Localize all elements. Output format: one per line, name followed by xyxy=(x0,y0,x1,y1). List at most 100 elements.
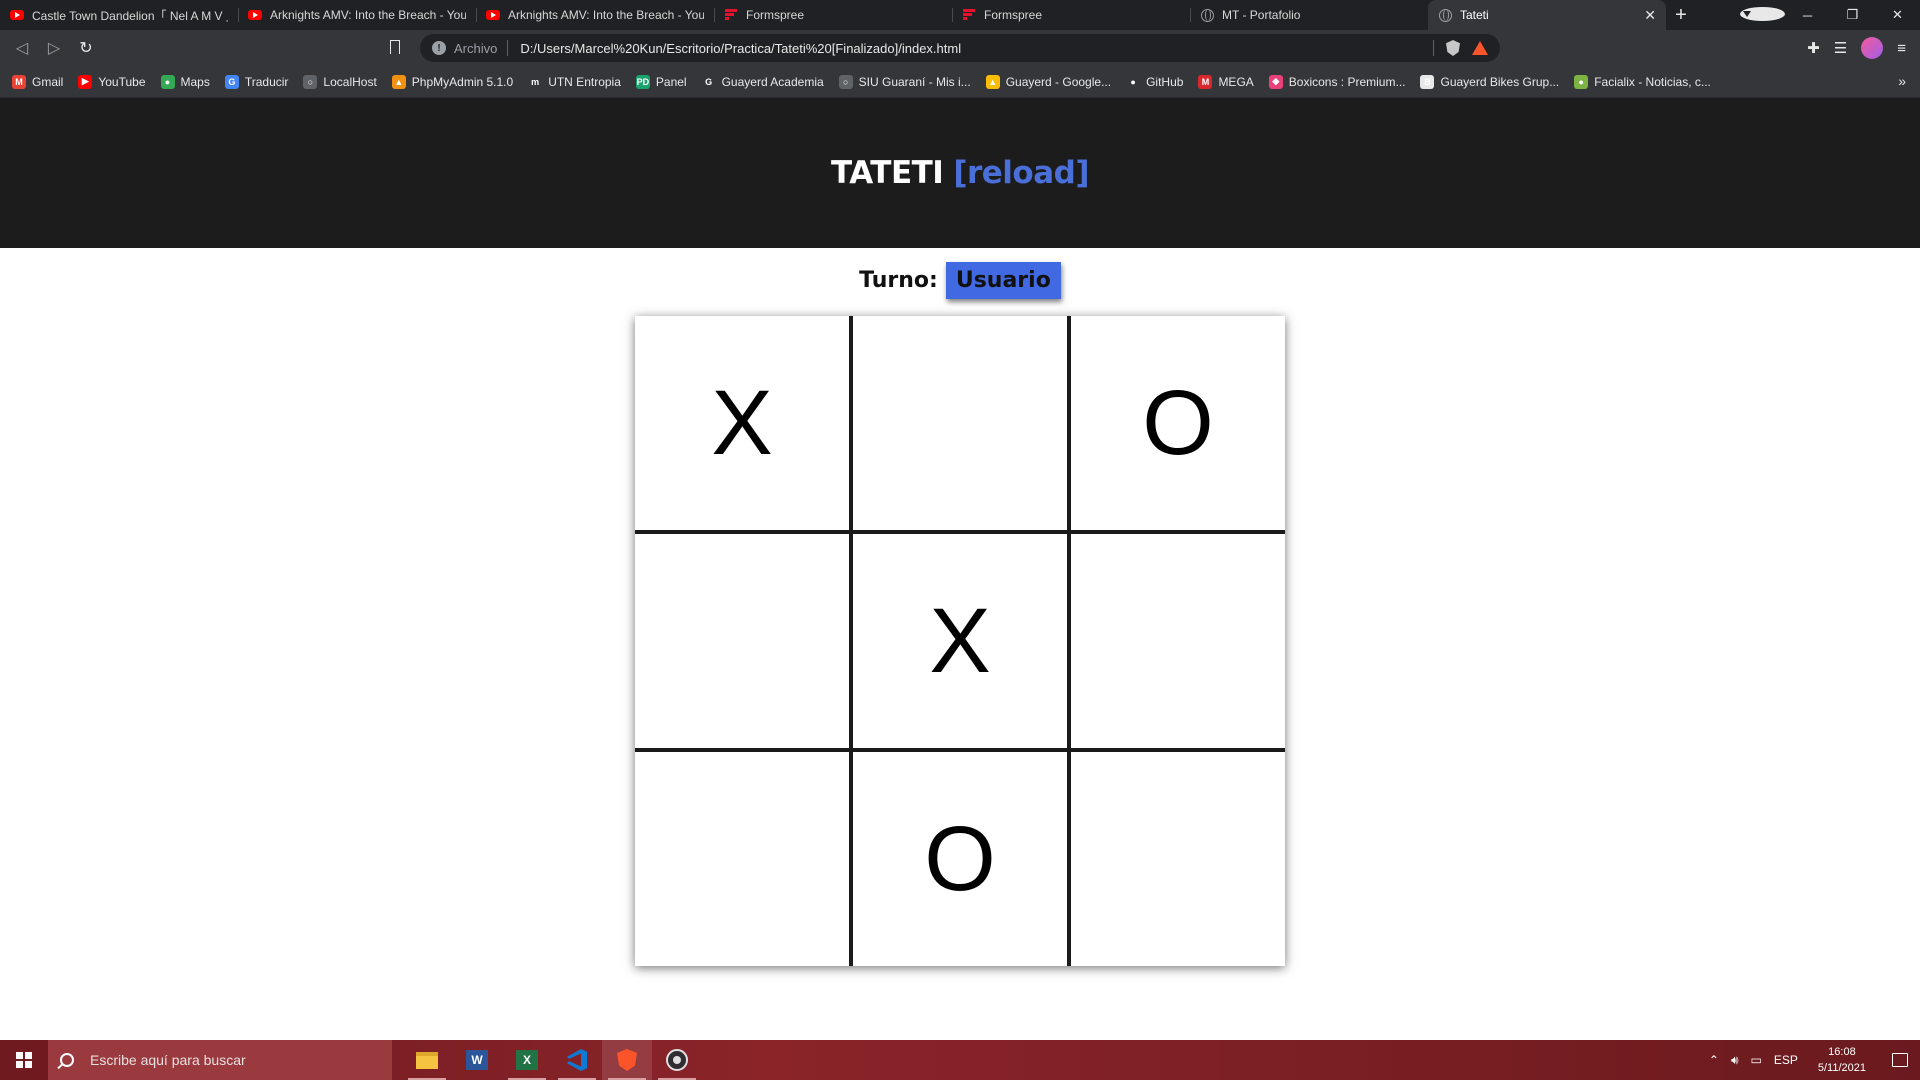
reload-link[interactable]: [reload] xyxy=(953,155,1089,191)
word-icon[interactable]: W xyxy=(452,1040,502,1080)
bookmark-item[interactable]: ▶ YouTube xyxy=(78,74,146,89)
bookmark-label: Panel xyxy=(655,74,687,89)
bookmark-item[interactable]: ● GitHub xyxy=(1126,74,1183,89)
obs-icon[interactable] xyxy=(652,1040,702,1080)
panel-icon: PD xyxy=(635,74,650,89)
media-icon[interactable]: ☰ xyxy=(1834,39,1847,57)
taskbar-search[interactable]: Escribe aquí para buscar xyxy=(48,1040,392,1080)
maps-icon: ● xyxy=(160,74,175,89)
browser-tab[interactable]: Formspree xyxy=(714,0,952,30)
globe-icon: ○ xyxy=(838,74,853,89)
bookmark-item[interactable]: M MEGA xyxy=(1198,74,1254,89)
bookmark-item[interactable]: B Guayerd Bikes Grup... xyxy=(1420,74,1559,89)
minimize-icon[interactable]: ─ xyxy=(1785,8,1830,23)
address-bar[interactable]: ! Archivo D:/Users/Marcel%20Kun/Escritor… xyxy=(420,34,1500,62)
browser-tab[interactable]: Arknights AMV: Into the Breach - You xyxy=(238,0,476,30)
system-tray: ⌃ 🔊︎ ▭ ESP 16:08 5/11/2021 xyxy=(1703,1040,1920,1080)
volume-icon[interactable]: 🔊︎ xyxy=(1725,1053,1745,1068)
more-bookmarks-icon[interactable]: » xyxy=(1898,73,1906,89)
bookmark-item[interactable]: m UTN Entropia xyxy=(528,74,621,89)
browser-tab[interactable]: Arknights AMV: Into the Breach - You xyxy=(476,0,714,30)
file-explorer-icon[interactable] xyxy=(402,1040,452,1080)
new-tab-icon[interactable]: + xyxy=(1666,0,1696,30)
browser-tab-strip: Castle Town Dandelion「 Nel A M V 」- Arkn… xyxy=(0,0,1920,30)
bookmark-item[interactable]: ◆ Boxicons : Premium... xyxy=(1268,74,1406,89)
bookmark-label: Traducir xyxy=(244,74,289,89)
bookmark-icon[interactable] xyxy=(390,40,400,54)
bookmark-label: YouTube xyxy=(98,74,146,89)
info-icon[interactable]: ! xyxy=(432,41,446,55)
board-cell[interactable]: O xyxy=(1071,316,1285,530)
excel-icon[interactable]: X xyxy=(502,1040,552,1080)
extensions-icon[interactable]: ✚ xyxy=(1807,39,1820,57)
brave-browser-icon[interactable] xyxy=(602,1040,652,1080)
phpmyadmin-icon: ▲ xyxy=(391,74,406,89)
youtube-icon xyxy=(486,8,500,22)
bookmark-item[interactable]: ▲ Guayerd - Google... xyxy=(985,74,1111,89)
boxicons-icon: ◆ xyxy=(1268,74,1283,89)
youtube-icon: ▶ xyxy=(78,74,93,89)
bookmark-item[interactable]: M Gmail xyxy=(12,74,63,89)
bikes-icon: B xyxy=(1420,74,1435,89)
bookmark-item[interactable]: ○ LocalHost xyxy=(303,74,377,89)
board-cell[interactable] xyxy=(853,316,1067,530)
restore-icon[interactable]: ❐ xyxy=(1830,7,1875,23)
formspree-icon xyxy=(724,8,738,22)
vscode-icon[interactable] xyxy=(552,1040,602,1080)
turn-indicator: Turno: Usuario xyxy=(0,258,1920,303)
board-cell[interactable] xyxy=(1071,534,1285,748)
reload-page-icon[interactable]: ↻ xyxy=(70,34,102,62)
notifications-icon[interactable] xyxy=(1880,1053,1920,1067)
bookmark-item[interactable]: ● Maps xyxy=(160,74,210,89)
close-window-icon[interactable]: ✕ xyxy=(1875,7,1920,23)
bookmark-item[interactable]: ▲ PhpMyAdmin 5.1.0 xyxy=(391,74,513,89)
utn-icon: m xyxy=(528,74,543,89)
youtube-icon xyxy=(248,8,262,22)
turn-label: Turno: xyxy=(859,268,938,293)
clock-time: 16:08 xyxy=(1828,1046,1856,1058)
browser-tab[interactable]: MT - Portafolio xyxy=(1190,0,1428,30)
gmail-icon: M xyxy=(12,74,26,89)
turn-badge: Usuario xyxy=(945,262,1061,299)
bookmark-item[interactable]: ● Facialix - Noticias, c... xyxy=(1574,74,1711,89)
globe-icon: ○ xyxy=(303,74,318,89)
close-tab-icon[interactable]: ✕ xyxy=(1644,7,1656,24)
menu-icon[interactable]: ≡ xyxy=(1897,40,1906,57)
bookmark-label: MEGA xyxy=(1218,74,1254,89)
browser-tab-active[interactable]: Tateti ✕ xyxy=(1428,0,1666,30)
tab-title: Castle Town Dandelion「 Nel A M V 」- xyxy=(32,8,228,23)
chevron-up-icon[interactable]: ⌃ xyxy=(1703,1053,1725,1067)
windows-start-icon[interactable] xyxy=(0,1040,48,1080)
board-cell[interactable] xyxy=(1071,752,1285,966)
bookmark-label: SIU Guaraní - Mis i... xyxy=(858,74,971,89)
bookmark-item[interactable]: ○ SIU Guaraní - Mis i... xyxy=(838,74,971,89)
bookmark-label: LocalHost xyxy=(323,74,377,89)
board-cell[interactable] xyxy=(635,534,849,748)
bookmark-item[interactable]: G Traducir xyxy=(224,74,289,89)
google-icon: G xyxy=(701,74,716,89)
clock-date: 5/11/2021 xyxy=(1817,1062,1866,1074)
board-cell[interactable]: X xyxy=(853,534,1067,748)
bookmark-item[interactable]: PD Panel xyxy=(635,74,687,89)
formspree-icon xyxy=(962,8,976,22)
language-indicator[interactable]: ESP xyxy=(1768,1053,1804,1067)
browser-tab[interactable]: Formspree xyxy=(952,0,1190,30)
forward-icon[interactable]: ▷ xyxy=(38,34,70,62)
board-cell[interactable]: X xyxy=(635,316,849,530)
board-cell[interactable]: O xyxy=(853,752,1067,966)
tab-title: Arknights AMV: Into the Breach - You xyxy=(270,8,466,22)
browser-tab[interactable]: Castle Town Dandelion「 Nel A M V 」- xyxy=(0,0,238,30)
network-icon[interactable]: ▭ xyxy=(1745,1053,1768,1067)
back-icon[interactable]: ◁ xyxy=(6,34,38,62)
brave-rewards-icon[interactable] xyxy=(1472,41,1488,55)
globe-icon xyxy=(1200,8,1214,22)
brave-shield-icon[interactable] xyxy=(1446,40,1460,56)
bookmark-label: Boxicons : Premium... xyxy=(1288,74,1406,89)
tab-search-icon[interactable] xyxy=(1740,6,1785,24)
url-text[interactable]: D:/Users/Marcel%20Kun/Escritorio/Practic… xyxy=(520,41,961,56)
globe-icon xyxy=(1438,8,1452,22)
avatar[interactable] xyxy=(1861,37,1884,59)
bookmark-item[interactable]: G Guayerd Academia xyxy=(701,74,824,89)
clock[interactable]: 16:08 5/11/2021 xyxy=(1804,1044,1880,1076)
board-cell[interactable] xyxy=(635,752,849,966)
